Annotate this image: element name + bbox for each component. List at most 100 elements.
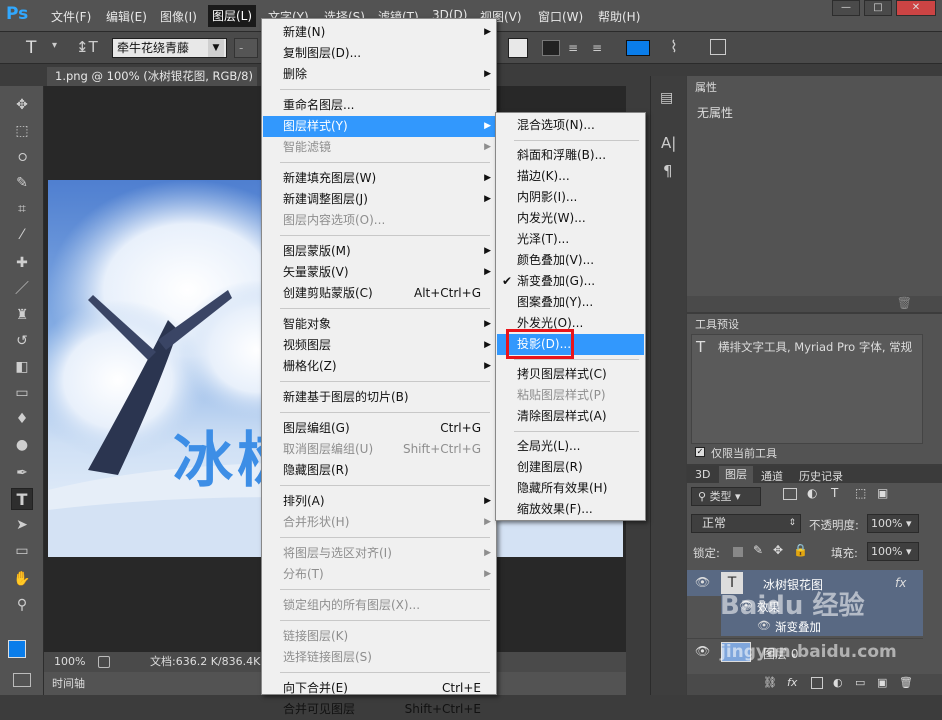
tool-presets-title[interactable]: 工具预设 xyxy=(687,316,757,333)
layer-menu-item[interactable]: 矢量蒙版(V) ▶ xyxy=(263,262,495,283)
tab-3d[interactable]: 3D xyxy=(695,468,710,481)
character-icon[interactable]: A| xyxy=(661,134,676,152)
layer-menu-item[interactable]: 图层样式(Y) ▶ xyxy=(263,116,495,137)
tab-layers[interactable]: 图层 xyxy=(719,466,753,483)
style-menu-item[interactable]: 描边(K)... xyxy=(497,166,644,187)
path-select-icon[interactable]: ➤ xyxy=(11,514,33,536)
pen-tool-icon[interactable]: ✒ xyxy=(11,462,33,484)
layer-menu-item[interactable]: 复制图层(D)... xyxy=(263,43,495,64)
document-tab[interactable]: 1.png @ 100% (冰树银花图, RGB/8) * xyxy=(47,67,257,102)
chevron-down-icon[interactable]: ▾ xyxy=(52,40,57,51)
layer-menu-item[interactable]: 合并可见图层 Shift+Ctrl+E xyxy=(263,699,495,720)
menu-window[interactable]: 窗口(W) xyxy=(538,8,583,26)
layer-menu-item[interactable]: 新建(N) ▶ xyxy=(263,22,495,43)
layer-menu-item[interactable]: 新建调整图层(J) ▶ xyxy=(263,189,495,210)
preset-item[interactable]: 横排文字工具, Myriad Pro 字体, 常规 xyxy=(718,339,912,355)
menu-help[interactable]: 帮助(H) xyxy=(598,8,640,26)
lock-all-icon[interactable]: 🔒 xyxy=(793,543,808,557)
layer-menu-item[interactable]: 栅格化(Z) ▶ xyxy=(263,356,495,377)
hand-tool-icon[interactable]: ✋ xyxy=(11,568,33,590)
foreground-color-swatch[interactable] xyxy=(8,640,26,658)
zoom-level[interactable]: 100% xyxy=(54,652,85,672)
align-left-icon[interactable] xyxy=(542,40,560,56)
dodge-tool-icon[interactable]: ● xyxy=(11,434,33,456)
character-panel-icon[interactable] xyxy=(710,39,726,55)
blend-mode-select[interactable]: 正常 ⇕ xyxy=(691,514,801,533)
quick-select-tool-icon[interactable]: ✎ xyxy=(11,172,33,194)
quick-mask-icon[interactable] xyxy=(13,673,31,687)
menu-file[interactable]: 文件(F) xyxy=(51,8,91,26)
style-menu-item[interactable]: 斜面和浮雕(B)... xyxy=(497,145,644,166)
layer-menu-item[interactable]: 创建剪贴蒙版(C) Alt+Ctrl+G xyxy=(263,283,495,304)
history-icon[interactable]: ▤ xyxy=(660,90,678,106)
toggle-orientation-icon[interactable]: ↨T xyxy=(76,38,98,56)
menu-edit[interactable]: 编辑(E) xyxy=(106,8,147,26)
zoom-tool-icon[interactable]: ⚲ xyxy=(11,594,33,616)
tab-history[interactable]: 历史记录 xyxy=(799,468,843,484)
shape-tool-icon[interactable]: ▭ xyxy=(11,540,33,562)
layer-menu-item[interactable]: 隐藏图层(R) xyxy=(263,460,495,481)
share-icon[interactable] xyxy=(98,656,110,668)
type-tool-icon[interactable]: T xyxy=(26,38,36,58)
font-size-dropdown[interactable] xyxy=(508,38,528,58)
layer-menu-item[interactable]: 图层蒙版(M) ▶ xyxy=(263,241,495,262)
current-tool-checkbox[interactable]: ✓ xyxy=(695,447,705,457)
menu-image[interactable]: 图像(I) xyxy=(160,8,197,26)
style-menu-item[interactable]: 内发光(W)... xyxy=(497,208,644,229)
shape-filter-icon[interactable]: ⬚ xyxy=(855,486,866,500)
eye-icon[interactable]: 👁 xyxy=(695,644,710,658)
layer-menu-item[interactable]: 删除 ▶ xyxy=(263,64,495,85)
layer-menu-item[interactable]: 向下合并(E) Ctrl+E xyxy=(263,678,495,699)
layer-menu-item[interactable]: 排列(A) ▶ xyxy=(263,491,495,512)
align-right-icon[interactable]: ≡ xyxy=(592,41,608,55)
trash-icon[interactable]: 🗑 xyxy=(897,296,912,310)
fill-field[interactable]: 100% ▾ xyxy=(867,542,919,561)
lock-pixels-icon[interactable]: ✎ xyxy=(753,543,763,557)
type-tool-icon[interactable]: T xyxy=(11,488,33,510)
adjustment-filter-icon[interactable]: ◐ xyxy=(807,486,817,500)
brush-tool-icon[interactable]: ／ xyxy=(11,278,33,300)
style-menu-item[interactable]: 混合选项(N)... xyxy=(497,115,644,136)
properties-title[interactable]: 属性 xyxy=(687,79,727,96)
style-menu-item[interactable]: 图案叠加(Y)... xyxy=(497,292,644,313)
move-tool-icon[interactable]: ✥ xyxy=(11,94,33,116)
opacity-field[interactable]: 100% ▾ xyxy=(867,514,919,533)
close-button[interactable]: ✕ xyxy=(896,0,936,16)
type-filter-icon[interactable]: T xyxy=(831,486,838,500)
marquee-tool-icon[interactable]: ⬚ xyxy=(11,120,33,142)
layer-menu-item[interactable]: 重命名图层... xyxy=(263,95,495,116)
style-menu-item[interactable]: 清除图层样式(A) xyxy=(497,406,644,427)
layer-menu-item[interactable]: 新建基于图层的切片(B) xyxy=(263,387,495,408)
eyedropper-tool-icon[interactable]: ⁄ xyxy=(11,224,33,246)
style-menu-item[interactable]: 缩放效果(F)... xyxy=(497,499,644,520)
style-menu-item[interactable]: 颜色叠加(V)... xyxy=(497,250,644,271)
healing-brush-icon[interactable]: ✚ xyxy=(11,252,33,274)
warp-text-icon[interactable]: ⌇ xyxy=(670,37,678,56)
style-menu-item[interactable]: 光泽(T)... xyxy=(497,229,644,250)
clone-stamp-icon[interactable]: ♜ xyxy=(11,304,33,326)
tab-channels[interactable]: 通道 xyxy=(761,468,783,484)
lock-transparent-icon[interactable] xyxy=(733,547,743,557)
crop-tool-icon[interactable]: ⌗ xyxy=(11,198,33,220)
style-menu-item[interactable]: 创建图层(R) xyxy=(497,457,644,478)
history-brush-icon[interactable]: ↺ xyxy=(11,330,33,352)
style-menu-item[interactable]: 隐藏所有效果(H) xyxy=(497,478,644,499)
style-menu-item[interactable]: 渐变叠加(G)... ✔ xyxy=(497,271,644,292)
lasso-tool-icon[interactable]: ഠ xyxy=(11,146,33,168)
layer-menu-item[interactable]: 新建填充图层(W) ▶ xyxy=(263,168,495,189)
style-menu-item[interactable]: 全局光(L)... xyxy=(497,436,644,457)
eraser-tool-icon[interactable]: ◧ xyxy=(11,356,33,378)
layer-filter-select[interactable]: ⚲ 类型 ▾ xyxy=(691,487,761,506)
text-color-swatch[interactable] xyxy=(626,40,650,56)
paragraph-icon[interactable]: ¶ xyxy=(663,162,673,180)
style-menu-item[interactable]: 拷贝图层样式(C) xyxy=(497,364,644,385)
eye-icon[interactable]: 👁 xyxy=(695,575,710,589)
gradient-tool-icon[interactable]: ▭ xyxy=(11,382,33,404)
lock-position-icon[interactable]: ✥ xyxy=(773,543,783,557)
smart-object-filter-icon[interactable]: ▣ xyxy=(877,486,888,500)
layer-menu-item[interactable]: 智能对象 ▶ xyxy=(263,314,495,335)
align-center-icon[interactable]: ≡ xyxy=(568,41,584,55)
blur-tool-icon[interactable]: ♦ xyxy=(11,408,33,430)
style-menu-item[interactable]: 内阴影(I)... xyxy=(497,187,644,208)
maximize-button[interactable]: □ xyxy=(864,0,892,16)
